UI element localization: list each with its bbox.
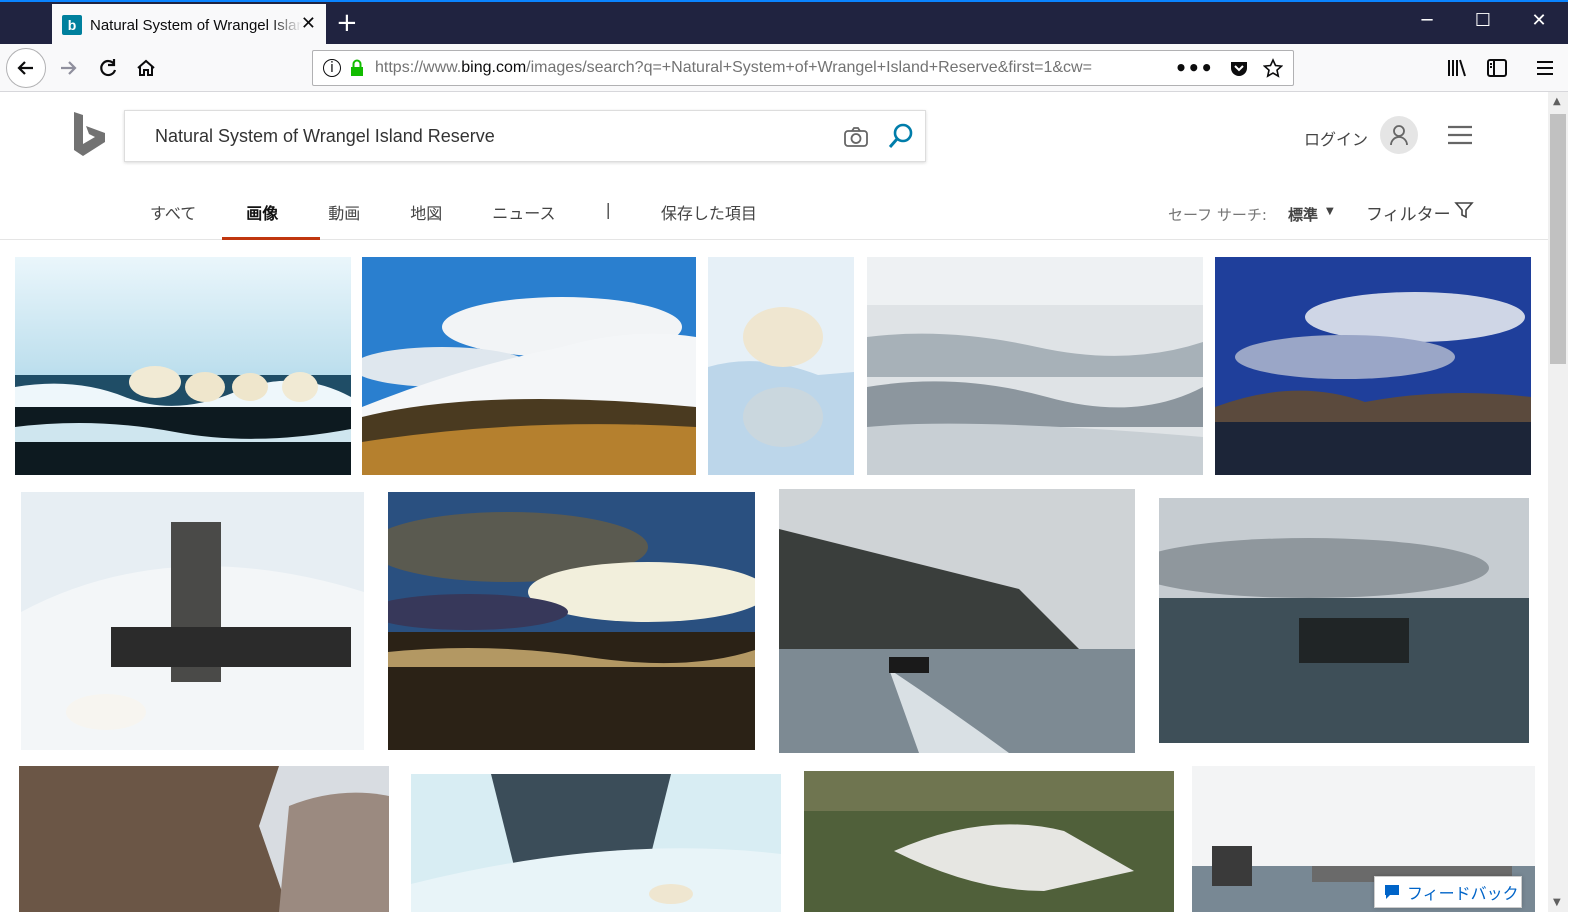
navigation-bar: i https://www.bing.com/images/search?q=+… [0, 44, 1568, 92]
sunset-clouds-image [388, 492, 755, 750]
back-button[interactable] [6, 48, 46, 88]
safesearch-label: セーフ サーチ: [1168, 206, 1267, 224]
rocky-cliffs-image [19, 766, 389, 912]
sidebar-icon[interactable] [1486, 57, 1508, 79]
image-result[interactable] [19, 766, 389, 912]
boat-cliffs-image [779, 489, 1135, 753]
filter-button[interactable]: フィルター [1366, 200, 1451, 225]
arrow-left-icon [17, 61, 33, 75]
search-box [124, 110, 926, 162]
reload-icon [100, 59, 117, 77]
page-scrollbar[interactable]: ▲ ▼ [1548, 92, 1568, 912]
tab-title: Natural System of Wrangel Island Reserve… [90, 16, 302, 34]
minimize-button[interactable]: ─ [1412, 10, 1442, 31]
url-bar[interactable]: i https://www.bing.com/images/search?q=+… [312, 50, 1294, 86]
page-actions-icon[interactable]: ••• [1175, 56, 1213, 80]
image-result[interactable] [411, 774, 781, 912]
polar-bears-coast-image [15, 257, 351, 475]
scope-bar: すべて 画像 動画 地図 ニュース | 保存した項目 [150, 200, 807, 240]
hamburger-menu-icon[interactable] [1446, 124, 1474, 146]
bing-logo-icon[interactable] [72, 110, 108, 158]
person-snowmobile-fox-image [21, 492, 364, 750]
tab-close-icon[interactable]: ✕ [301, 14, 316, 34]
scope-maps[interactable]: 地図 [410, 200, 442, 240]
forward-button[interactable] [48, 48, 88, 88]
home-icon [137, 59, 155, 76]
snowy-owl-image [804, 771, 1174, 912]
image-result[interactable] [867, 257, 1203, 475]
avatar[interactable] [1380, 116, 1418, 154]
image-result[interactable] [779, 489, 1135, 753]
user-icon [1390, 125, 1408, 146]
home-button[interactable] [126, 48, 166, 88]
bing-favicon-icon: b [62, 15, 82, 35]
new-tab-button[interactable]: + [336, 8, 358, 38]
image-result[interactable] [388, 492, 755, 750]
image-result[interactable] [1159, 498, 1529, 743]
scrollbar-thumb[interactable] [1550, 114, 1566, 364]
filter-icon[interactable] [1454, 200, 1474, 220]
image-result[interactable] [1215, 257, 1531, 475]
scroll-up-icon[interactable]: ▲ [1553, 96, 1561, 107]
lock-icon [351, 59, 363, 76]
scope-all[interactable]: すべて [150, 200, 196, 240]
caret-down-icon[interactable]: ▼ [1326, 206, 1334, 217]
image-result[interactable] [15, 257, 351, 475]
snow-hills-image [362, 257, 696, 475]
info-icon[interactable]: i [323, 59, 341, 77]
title-bar: b Natural System of Wrangel Island Reser… [0, 0, 1568, 46]
camera-icon[interactable] [843, 126, 869, 148]
library-icon[interactable] [1446, 57, 1468, 79]
feedback-label: フィードバック [1407, 884, 1519, 903]
menu-icon[interactable] [1534, 57, 1556, 79]
arrow-right-icon [61, 61, 77, 75]
scope-divider: | [605, 200, 611, 219]
polar-bear-snow-image [411, 774, 781, 912]
scope-videos[interactable]: 動画 [328, 200, 360, 240]
search-icon[interactable] [887, 122, 915, 150]
lenticular-clouds-image [1215, 257, 1531, 475]
boat-sea-image [1159, 498, 1529, 743]
scroll-down-icon[interactable]: ▼ [1553, 897, 1561, 908]
feedback-button[interactable]: フィードバック [1374, 876, 1522, 908]
image-result[interactable] [804, 771, 1174, 912]
polar-bear-reflection-image [708, 257, 854, 475]
browser-tab[interactable]: b Natural System of Wrangel Island Reser… [52, 4, 326, 46]
search-input[interactable] [155, 125, 835, 147]
url-text: https://www.bing.com/images/search?q=+Na… [375, 59, 1092, 76]
maximize-button[interactable]: ☐ [1468, 10, 1498, 31]
pocket-icon[interactable] [1229, 58, 1249, 78]
bookmark-star-icon[interactable] [1263, 58, 1283, 78]
image-result[interactable] [21, 492, 364, 750]
login-link[interactable]: ログイン [1304, 126, 1368, 150]
feedback-icon [1385, 885, 1399, 899]
reload-button[interactable] [88, 48, 128, 88]
image-result[interactable] [708, 257, 854, 475]
bing-header: ログイン すべて 画像 動画 地図 ニュース | 保存した項目 セーフ サーチ:… [0, 92, 1548, 240]
scope-news[interactable]: ニュース [492, 200, 555, 240]
image-result[interactable] [362, 257, 696, 475]
safesearch-value[interactable]: 標準 [1288, 204, 1318, 225]
scope-saved[interactable]: 保存した項目 [661, 200, 757, 240]
scope-images[interactable]: 画像 [222, 200, 321, 240]
ice-field-image [867, 257, 1203, 475]
close-window-button[interactable]: ✕ [1524, 10, 1554, 31]
